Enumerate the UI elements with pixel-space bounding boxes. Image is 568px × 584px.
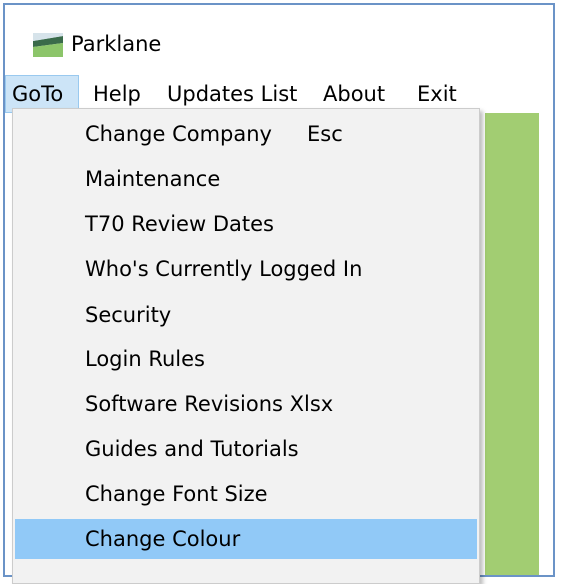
menu-item-label: Change Colour	[85, 527, 241, 551]
menu-item-change-font-size[interactable]: Change Font Size	[15, 474, 477, 514]
menu-item-maintenance[interactable]: Maintenance	[15, 159, 477, 199]
menu-item-security[interactable]: Security	[15, 295, 477, 335]
menu-item-software-revisions[interactable]: Software Revisions Xlsx	[15, 384, 477, 424]
menu-item-label: Guides and Tutorials	[85, 437, 299, 461]
goto-dropdown-menu: Change Company Esc Maintenance T70 Revie…	[12, 108, 480, 584]
menu-item-label: Who's Currently Logged In	[85, 257, 363, 281]
background-panel	[485, 113, 539, 575]
menu-item-guides-tutorials[interactable]: Guides and Tutorials	[15, 429, 477, 469]
menu-item-label: Security	[85, 303, 172, 327]
app-icon	[33, 33, 63, 57]
title-bar[interactable]: Parklane	[5, 5, 553, 75]
menu-item-change-company[interactable]: Change Company Esc	[15, 114, 477, 154]
window-title: Parklane	[71, 32, 162, 56]
menu-item-change-colour[interactable]: Change Colour	[15, 519, 477, 559]
menu-item-label: Software Revisions Xlsx	[85, 392, 334, 416]
menu-item-label: Change Company	[85, 122, 272, 146]
menu-item-login-rules[interactable]: Login Rules	[15, 339, 477, 379]
menu-item-label: Change Font Size	[85, 482, 268, 506]
menu-item-shortcut: Esc	[307, 122, 343, 146]
menu-item-label: Login Rules	[85, 347, 205, 371]
menu-item-label: T70 Review Dates	[85, 212, 274, 236]
menu-item-t70-review-dates[interactable]: T70 Review Dates	[15, 204, 477, 244]
menu-item-whos-logged-in[interactable]: Who's Currently Logged In	[15, 249, 477, 289]
menu-item-label: Maintenance	[85, 167, 221, 191]
